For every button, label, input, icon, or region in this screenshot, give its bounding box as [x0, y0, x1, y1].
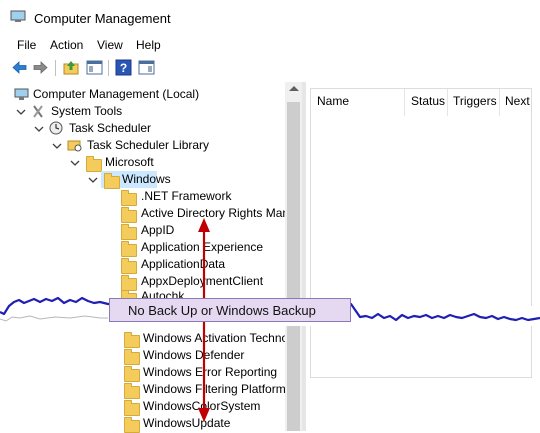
computer-icon	[14, 88, 29, 101]
menu-file[interactable]: File	[17, 38, 36, 52]
tree-item-folder[interactable]: Active Directory Rights Mana	[0, 205, 296, 223]
chevron-down-icon[interactable]	[70, 158, 80, 168]
show-hide-console-tree-icon[interactable]	[85, 58, 104, 77]
tree-item-system-tools[interactable]: System Tools	[0, 103, 285, 120]
help-icon[interactable]: ?	[114, 58, 133, 77]
menu-view[interactable]: View	[97, 38, 123, 52]
tree-label: Windows Error Reporting	[143, 365, 278, 379]
scrollbar-thumb[interactable]	[287, 102, 300, 431]
task-list-frame	[310, 88, 532, 378]
tree-item-folder[interactable]: Application Experience	[0, 239, 285, 257]
svg-text:?: ?	[120, 61, 127, 75]
tree-item-folder[interactable]: Windows Defender	[0, 347, 285, 365]
tree-label: AppxDeploymentClient	[141, 274, 264, 288]
menu-bar: File Action View Help	[0, 34, 540, 54]
tree-item-folder[interactable]: AppID	[0, 222, 285, 240]
tools-icon	[31, 104, 45, 119]
tree-label: Computer Management (Local)	[33, 87, 200, 101]
tree-label: Windows	[122, 172, 171, 186]
tree-label: Windows Defender	[143, 348, 245, 362]
tree-label: System Tools	[51, 104, 123, 118]
tree-item-microsoft[interactable]: Microsoft	[0, 154, 285, 172]
tree-item-folder[interactable]: WindowsColorSystem	[0, 398, 285, 416]
callout-text: No Back Up or Windows Backup	[128, 303, 316, 318]
chevron-down-icon[interactable]	[34, 124, 44, 134]
chevron-down-icon[interactable]	[16, 107, 26, 117]
tree-label: Active Directory Rights Mana	[141, 206, 296, 220]
tree-label: Microsoft	[105, 155, 154, 169]
up-one-level-icon[interactable]	[62, 58, 81, 77]
forward-arrow-icon[interactable]	[31, 58, 50, 77]
tree-label: AppID	[141, 223, 175, 237]
tree-label: Task Scheduler Library	[87, 138, 210, 152]
chevron-down-icon[interactable]	[88, 175, 98, 185]
console-tree-pane: Computer Management (Local) System Tools…	[0, 82, 302, 433]
tree-item-folder[interactable]: Windows Error Reporting	[0, 364, 285, 382]
tree-item-root[interactable]: Computer Management (Local)	[0, 86, 285, 103]
folder-icon	[124, 417, 140, 433]
tree-item-folder[interactable]: ApplicationData	[0, 256, 285, 274]
tree-label: Application Experience	[141, 240, 264, 254]
tree-label: .NET Framework	[141, 189, 232, 203]
tree-label: Task Scheduler	[69, 121, 152, 135]
chevron-down-icon[interactable]	[52, 141, 62, 151]
menu-help[interactable]: Help	[136, 38, 161, 52]
tree-item-task-scheduler[interactable]: Task Scheduler	[0, 120, 285, 137]
toolbar: ?	[0, 54, 540, 83]
library-folder-icon	[67, 138, 82, 152]
computer-management-icon	[10, 10, 26, 23]
tree-label: ApplicationData	[141, 257, 226, 271]
clock-icon	[49, 121, 63, 135]
tree-item-folder[interactable]: WindowsUpdate	[0, 415, 285, 433]
tree-item-folder[interactable]: .NET Framework	[0, 188, 285, 206]
toolbar-separator-2	[108, 60, 109, 76]
tree-label: Windows Activation Technolo	[143, 331, 298, 345]
tree-item-task-scheduler-library[interactable]: Task Scheduler Library	[0, 137, 285, 154]
back-arrow-icon[interactable]	[10, 58, 29, 77]
tree-label: Windows Filtering Platform	[143, 382, 286, 396]
tree-item-folder[interactable]: Windows Activation Technolo	[0, 330, 298, 348]
tree-label: WindowsUpdate	[143, 416, 231, 430]
scroll-up-arrow-icon[interactable]	[289, 86, 299, 91]
tree-item-folder[interactable]: Windows Filtering Platform	[0, 381, 286, 399]
tree-item-windows[interactable]: Windows	[0, 171, 285, 189]
toolbar-separator	[55, 60, 56, 76]
window-title: Computer Management	[34, 11, 171, 26]
show-hide-action-pane-icon[interactable]	[137, 58, 156, 77]
menu-action[interactable]: Action	[50, 38, 83, 52]
tree-label: WindowsColorSystem	[143, 399, 261, 413]
